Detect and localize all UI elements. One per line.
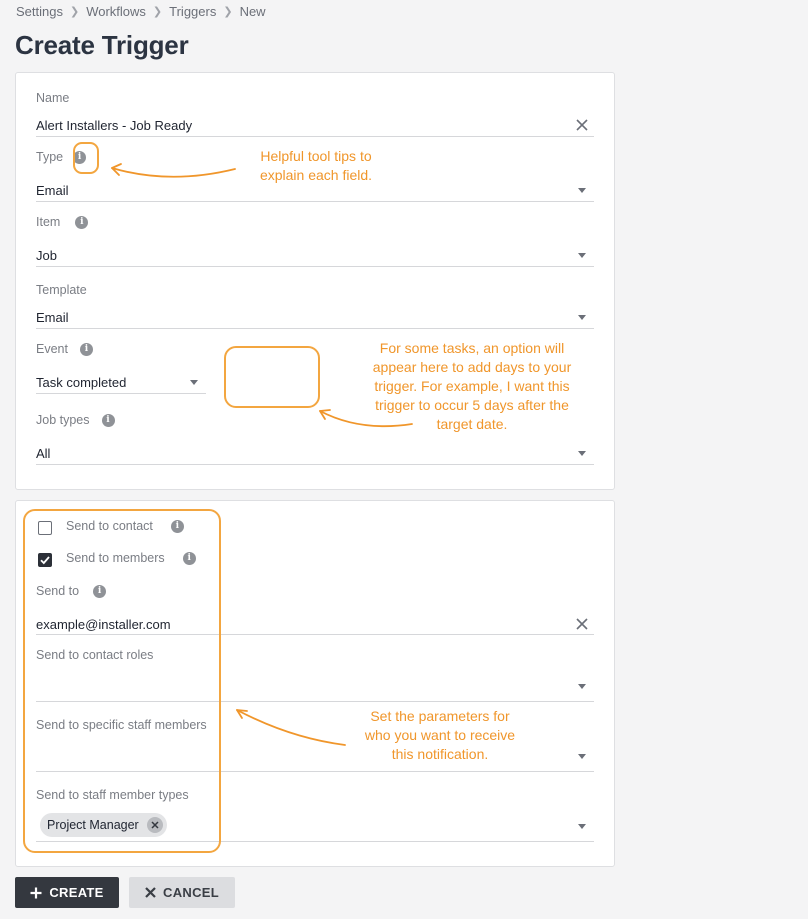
- clear-send-to-icon[interactable]: [575, 617, 589, 631]
- chevron-right-icon: ❯: [152, 6, 163, 18]
- page-title: Create Trigger: [15, 30, 189, 60]
- breadcrumb-new: New: [239, 4, 266, 19]
- template-select[interactable]: Email: [36, 310, 69, 325]
- job-types-label: Job types i: [36, 413, 115, 427]
- name-label: Name: [36, 91, 70, 105]
- close-icon: [145, 887, 156, 898]
- cancel-label: CANCEL: [163, 885, 219, 900]
- name-input[interactable]: Alert Installers - Job Ready: [36, 118, 192, 133]
- caret-down-icon[interactable]: [578, 754, 586, 759]
- annotation-days-box: [224, 346, 320, 408]
- chevron-right-icon: ❯: [223, 6, 233, 18]
- caret-down-icon[interactable]: [578, 824, 586, 829]
- info-icon[interactable]: i: [75, 215, 89, 229]
- breadcrumb: Settings ❯ Workflows ❯ Triggers ❯ New: [16, 4, 266, 19]
- job-types-underline: [36, 464, 594, 465]
- event-label: Event i: [36, 342, 93, 356]
- name-underline: [36, 136, 594, 137]
- annotation-tooltips-text: Helpful tool tips to explain each field.: [259, 148, 373, 183]
- info-icon[interactable]: i: [79, 342, 93, 356]
- item-select[interactable]: Job: [36, 248, 57, 263]
- caret-down-icon[interactable]: [578, 451, 586, 456]
- annotation-info-highlight: [73, 142, 99, 174]
- item-label: Item i: [36, 215, 89, 229]
- event-select[interactable]: Task completed: [36, 375, 126, 390]
- caret-down-icon[interactable]: [578, 188, 586, 193]
- template-label: Template: [36, 283, 87, 297]
- template-underline: [36, 328, 594, 329]
- cancel-button[interactable]: CANCEL: [129, 877, 235, 908]
- chevron-right-icon: ❯: [69, 6, 80, 18]
- clear-name-icon[interactable]: [575, 118, 589, 132]
- caret-down-icon[interactable]: [578, 315, 586, 320]
- annotation-params-text: Set the parameters for who you want to r…: [364, 708, 516, 762]
- annotation-recipients-box: [23, 509, 221, 853]
- plus-icon: [30, 887, 42, 898]
- item-underline: [36, 266, 594, 267]
- caret-down-icon[interactable]: [190, 380, 198, 385]
- annotation-days-text: For some tasks, an option will appear he…: [372, 340, 572, 432]
- breadcrumb-triggers[interactable]: Triggers: [169, 4, 216, 19]
- caret-down-icon[interactable]: [578, 253, 586, 258]
- info-icon[interactable]: i: [101, 413, 115, 427]
- job-types-select[interactable]: All: [36, 446, 50, 461]
- type-select[interactable]: Email: [36, 183, 69, 198]
- create-button[interactable]: CREATE: [15, 877, 119, 908]
- breadcrumb-settings[interactable]: Settings: [16, 4, 63, 19]
- create-label: CREATE: [49, 885, 104, 900]
- type-underline: [36, 201, 594, 202]
- event-underline: [36, 393, 206, 394]
- breadcrumb-workflows[interactable]: Workflows: [86, 4, 146, 19]
- caret-down-icon[interactable]: [578, 684, 586, 689]
